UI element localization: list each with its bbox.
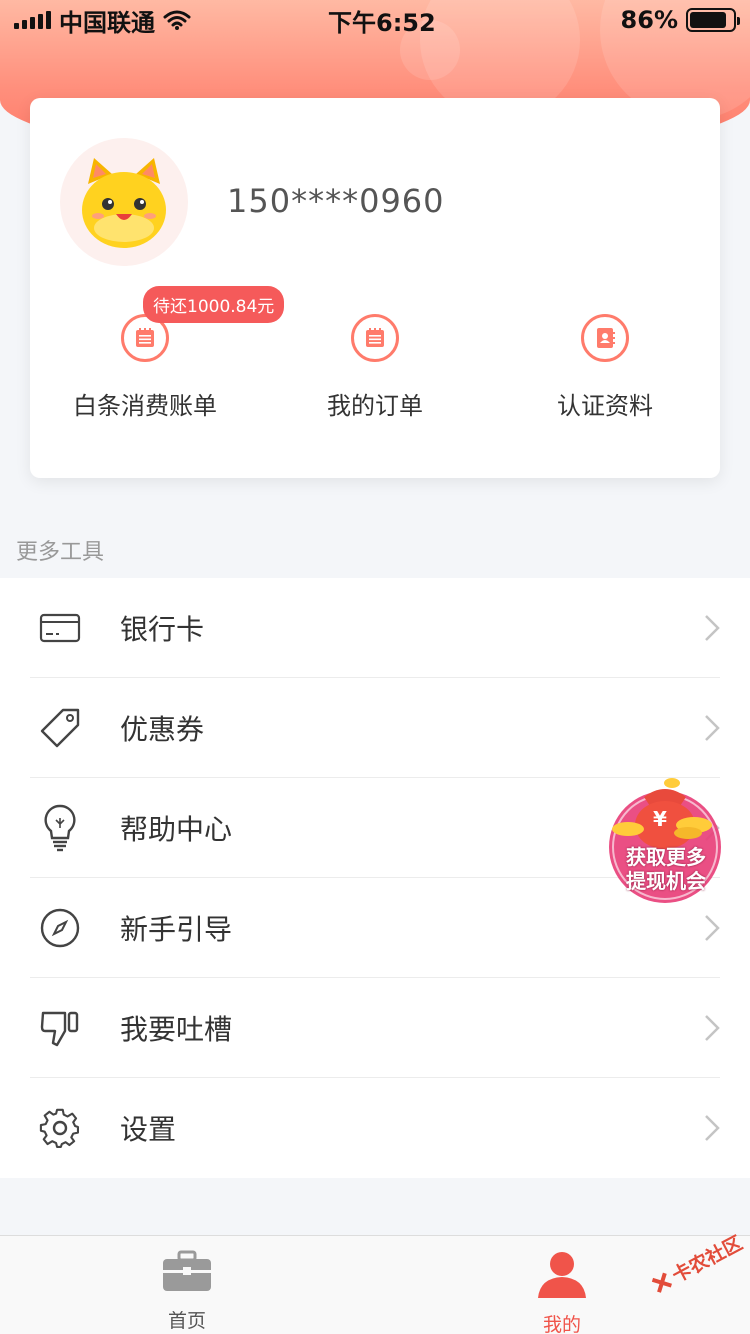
battery-percent: 86% xyxy=(620,6,678,34)
quick-action-orders[interactable]: 我的订单 xyxy=(260,314,490,421)
order-icon xyxy=(351,314,399,362)
menu-label: 我要吐槽 xyxy=(120,1012,233,1046)
menu-label: 优惠券 xyxy=(120,712,205,746)
chevron-right-icon xyxy=(705,615,720,641)
bank-card-icon xyxy=(30,598,90,658)
tab-bar: 首页 我的 xyxy=(0,1235,750,1334)
quick-action-label: 认证资料 xyxy=(557,392,653,420)
promo-currency: ¥ xyxy=(653,807,667,831)
chevron-right-icon xyxy=(705,1015,720,1041)
chevron-right-icon xyxy=(705,1115,720,1141)
quick-action-label: 白条消费账单 xyxy=(73,392,217,420)
battery-icon xyxy=(686,8,740,32)
menu-label: 设置 xyxy=(120,1113,177,1146)
quick-action-label: 我的订单 xyxy=(327,392,423,420)
profile-card: 150****0960 待还1000.84元 白条消费账单 我的订单 认证资料 xyxy=(30,98,720,478)
promo-text-line2: 提现机会 xyxy=(626,869,706,893)
tab-home[interactable]: 首页 xyxy=(127,1250,247,1333)
signal-icon xyxy=(14,11,51,29)
menu-item-settings[interactable]: 设置 xyxy=(30,1078,720,1178)
quick-action-bill[interactable]: 待还1000.84元 白条消费账单 xyxy=(30,286,285,421)
menu-item-coupons[interactable]: 优惠券 xyxy=(30,678,720,778)
briefcase-icon xyxy=(163,1250,211,1291)
section-title: 更多工具 xyxy=(16,540,105,565)
menu-label: 新手引导 xyxy=(120,912,233,946)
compass-icon xyxy=(30,898,90,958)
cash-promo-floating-button[interactable]: ¥ 获取更多 提现机会 xyxy=(600,775,730,905)
clock: 下午6:52 xyxy=(328,8,436,37)
carrier-name: 中国联通 xyxy=(59,8,155,37)
person-icon xyxy=(538,1252,586,1298)
avatar[interactable] xyxy=(60,138,188,266)
menu-label: 帮助中心 xyxy=(120,812,233,846)
thumbs-down-icon xyxy=(30,998,90,1058)
menu-label: 银行卡 xyxy=(120,612,205,646)
lightbulb-icon xyxy=(30,798,90,858)
menu-item-bank-card[interactable]: 银行卡 xyxy=(30,578,720,678)
tab-label: 首页 xyxy=(167,1310,206,1332)
chevron-right-icon xyxy=(705,715,720,741)
menu-item-feedback[interactable]: 我要吐槽 xyxy=(30,978,720,1078)
cat-avatar-icon xyxy=(82,158,166,248)
gear-icon xyxy=(30,1098,90,1158)
tag-icon xyxy=(30,698,90,758)
chevron-right-icon xyxy=(705,915,720,941)
tab-mine[interactable]: 我的 xyxy=(502,1250,622,1334)
tab-label: 我的 xyxy=(542,1314,581,1334)
quick-action-verification[interactable]: 认证资料 xyxy=(490,314,720,421)
user-phone: 150****0960 xyxy=(227,182,445,220)
wifi-icon xyxy=(163,10,191,30)
status-bar: 中国联通 下午6:52 86% xyxy=(0,0,750,40)
contacts-book-icon xyxy=(581,314,629,362)
